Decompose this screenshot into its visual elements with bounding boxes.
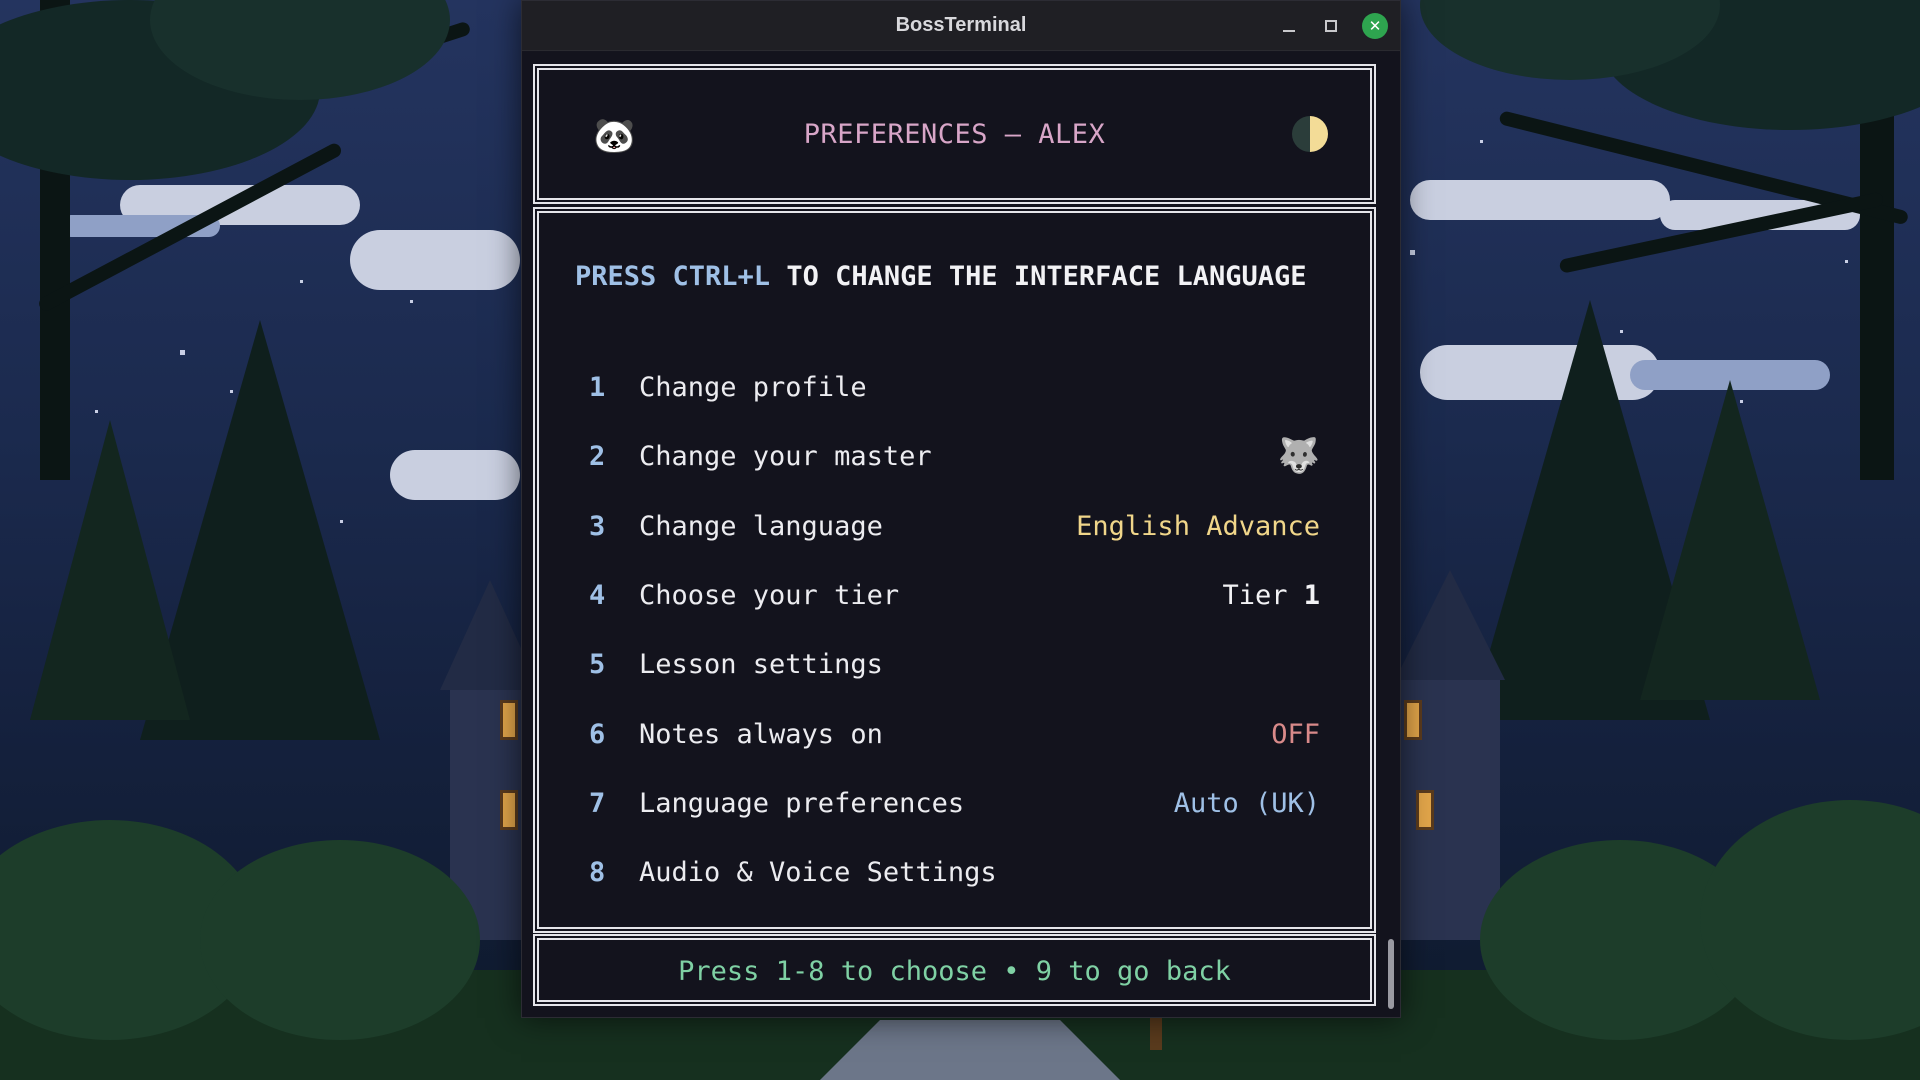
menu-item-number: 2 (589, 441, 606, 473)
close-icon: ✕ (1368, 17, 1382, 35)
language-value: English Advance (1076, 510, 1320, 542)
moon-icon (1292, 116, 1328, 152)
menu-item-label: Change your master (639, 441, 932, 473)
menu-item-notes-always-on[interactable]: 6 Notes always on OFF (589, 699, 1320, 768)
menu-item-number: 4 (589, 580, 606, 612)
menu-item-label: Language preferences (639, 787, 965, 819)
preferences-menu: 1 Change profile 2 Change your master 🐺 … (589, 353, 1320, 907)
menu-item-label: Change language (639, 510, 883, 542)
minimize-button[interactable] (1276, 13, 1302, 39)
menu-item-label: Notes always on (639, 718, 883, 750)
wolf-icon: 🐺 (1277, 436, 1320, 477)
menu-panel: PRESS CTRL+L TO CHANGE THE INTERFACE LAN… (533, 207, 1376, 933)
menu-item-number: 1 (589, 372, 606, 404)
scrollbar[interactable] (1388, 939, 1394, 1009)
menu-item-change-language[interactable]: 3 Change language English Advance (589, 492, 1320, 561)
window-title: BossTerminal (895, 14, 1027, 36)
minimize-icon (1283, 30, 1295, 32)
menu-item-change-master[interactable]: 2 Change your master 🐺 (589, 422, 1320, 491)
tier-prefix: Tier (1222, 580, 1304, 612)
maximize-button[interactable] (1318, 13, 1344, 39)
menu-item-label: Choose your tier (639, 580, 900, 612)
shortcut-key: PRESS CTRL+L (575, 261, 771, 292)
menu-item-change-profile[interactable]: 1 Change profile (589, 353, 1320, 422)
menu-item-label: Change profile (639, 372, 867, 404)
menu-item-label: Audio & Voice Settings (639, 857, 997, 889)
header-panel: 🐼 PREFERENCES — ALEX (533, 64, 1376, 204)
maximize-icon (1325, 20, 1337, 32)
shortcut-description: TO CHANGE THE INTERFACE LANGUAGE (770, 261, 1307, 292)
window-titlebar[interactable]: BossTerminal ✕ (522, 1, 1400, 51)
menu-item-language-preferences[interactable]: 7 Language preferences Auto (UK) (589, 769, 1320, 838)
terminal-content[interactable]: 🐼 PREFERENCES — ALEX PRESS CTRL+L TO CHA… (522, 52, 1400, 1017)
menu-item-lesson-settings[interactable]: 5 Lesson settings (589, 630, 1320, 699)
menu-item-number: 3 (589, 510, 606, 542)
menu-item-number: 8 (589, 857, 606, 889)
language-preference-value: Auto (UK) (1173, 787, 1320, 819)
footer-panel: Press 1-8 to choose • 9 to go back (533, 934, 1376, 1006)
menu-item-number: 5 (589, 649, 606, 681)
menu-item-choose-tier[interactable]: 4 Choose your tier Tier 1 (589, 561, 1320, 630)
menu-item-label: Lesson settings (639, 649, 883, 681)
tier-number: 1 (1303, 580, 1320, 612)
menu-item-audio-voice-settings[interactable]: 8 Audio & Voice Settings (589, 838, 1320, 907)
menu-item-number: 6 (589, 718, 606, 750)
navigation-hint: Press 1-8 to choose • 9 to go back (678, 956, 1231, 987)
language-shortcut-hint: PRESS CTRL+L TO CHANGE THE INTERFACE LAN… (575, 261, 1307, 292)
terminal-window: BossTerminal ✕ 🐼 PREFERENCES — ALEX PRES… (521, 0, 1401, 1018)
menu-item-number: 7 (589, 787, 606, 819)
page-title: PREFERENCES — ALEX (803, 119, 1106, 150)
tier-value: Tier 1 (1222, 580, 1320, 611)
notes-status-value: OFF (1271, 718, 1320, 750)
close-button[interactable]: ✕ (1362, 13, 1388, 39)
